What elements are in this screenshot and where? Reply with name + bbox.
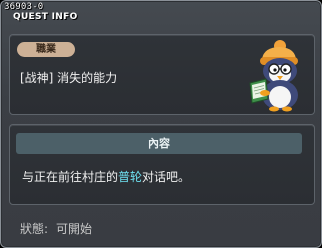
- content-header: 內容: [16, 133, 302, 154]
- window-title: QUEST INFO: [13, 12, 78, 22]
- status-value: 可開始: [56, 222, 93, 236]
- content-panel: 內容 与正在前往村庄的普轮对话吧。: [9, 124, 315, 205]
- job-panel: 職業 [战神] 消失的能力: [9, 34, 315, 115]
- penguin-reading-book-icon: [249, 40, 298, 112]
- quest-info-window: 36903-0 QUEST INFO 職業 [战神] 消失的能力 內容 与正在前…: [0, 0, 322, 248]
- quest-description: 与正在前往村庄的普轮对话吧。: [22, 168, 190, 185]
- npc-name: 普轮: [118, 170, 143, 184]
- description-text-after: 对话吧。: [142, 170, 191, 184]
- status-label: 狀態:: [20, 222, 49, 236]
- status-row: 狀態: 可開始: [20, 220, 92, 237]
- description-text-before: 与正在前往村庄的: [22, 170, 119, 184]
- job-name: [战神] 消失的能力: [20, 71, 118, 85]
- job-tag: 職業: [17, 42, 75, 57]
- quest-id: 36903-0: [4, 2, 44, 12]
